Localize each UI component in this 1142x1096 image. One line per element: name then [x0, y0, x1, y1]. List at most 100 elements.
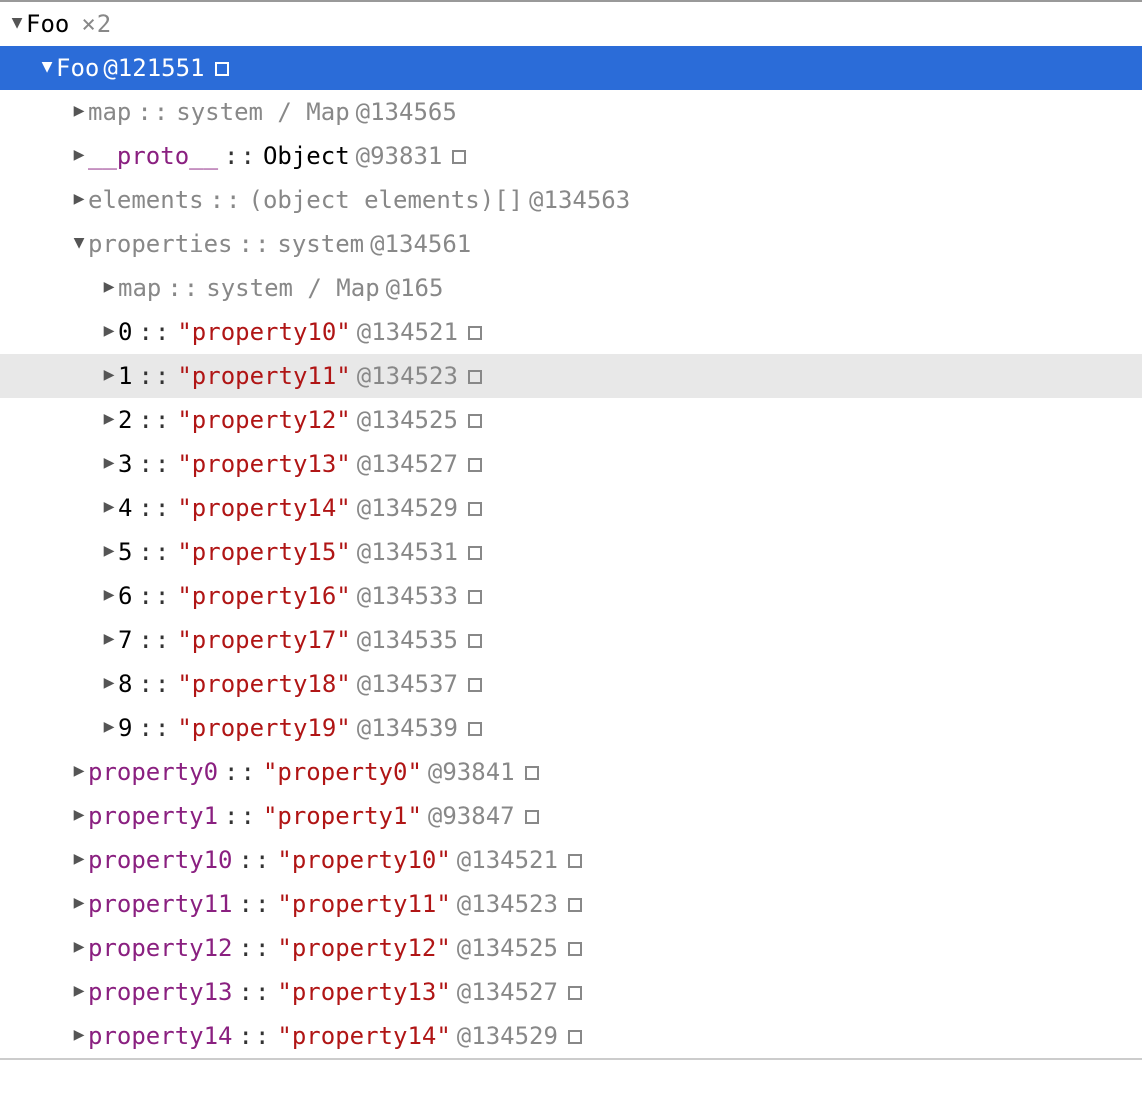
named-val: "property11": [277, 890, 450, 918]
retainer-icon[interactable]: [568, 898, 582, 912]
index-val: "property16": [177, 582, 350, 610]
expand-icon[interactable]: [100, 366, 118, 384]
prop-addr: @165: [386, 274, 444, 302]
expand-icon[interactable]: [100, 718, 118, 736]
retainer-icon[interactable]: [468, 370, 482, 384]
properties-row[interactable]: properties :: system @134561: [0, 222, 1142, 266]
index-val: "property12": [177, 406, 350, 434]
object-row-selected[interactable]: Foo @121551: [0, 46, 1142, 90]
retainer-icon[interactable]: [468, 414, 482, 428]
named-key: property1: [88, 802, 218, 830]
expand-icon[interactable]: [70, 1026, 88, 1044]
group-header[interactable]: Foo ×2: [0, 2, 1142, 46]
child-key: __proto__: [88, 142, 218, 170]
retainer-icon[interactable]: [468, 326, 482, 340]
property-index-row[interactable]: 3::"property13"@134527: [0, 442, 1142, 486]
expand-icon[interactable]: [38, 58, 56, 76]
named-property-row[interactable]: property11::"property11"@134523: [0, 882, 1142, 926]
expand-icon[interactable]: [70, 894, 88, 912]
separator: ::: [138, 494, 171, 522]
retainer-icon[interactable]: [468, 458, 482, 472]
expand-icon[interactable]: [100, 498, 118, 516]
named-addr: @93847: [428, 802, 515, 830]
expand-icon[interactable]: [100, 674, 118, 692]
retainer-icon[interactable]: [525, 766, 539, 780]
property-index-row[interactable]: 7::"property17"@134535: [0, 618, 1142, 662]
index-key: 0: [118, 318, 132, 346]
retainer-icon[interactable]: [468, 634, 482, 648]
child-row[interactable]: elements::(object elements)[]@134563: [0, 178, 1142, 222]
property-index-row[interactable]: 6::"property16"@134533: [0, 574, 1142, 618]
named-val: "property10": [277, 846, 450, 874]
expand-icon[interactable]: [70, 190, 88, 208]
named-val: "property12": [277, 934, 450, 962]
named-property-row[interactable]: property10::"property10"@134521: [0, 838, 1142, 882]
retainer-icon[interactable]: [468, 590, 482, 604]
expand-icon[interactable]: [70, 982, 88, 1000]
separator: ::: [224, 142, 257, 170]
index-key: 4: [118, 494, 132, 522]
expand-icon[interactable]: [70, 762, 88, 780]
expand-icon[interactable]: [100, 278, 118, 296]
property-index-row[interactable]: 9::"property19"@134539: [0, 706, 1142, 750]
retainer-icon[interactable]: [568, 1030, 582, 1044]
retainer-icon[interactable]: [468, 502, 482, 516]
child-val: Object: [263, 142, 350, 170]
property-index-row[interactable]: 0::"property10"@134521: [0, 310, 1142, 354]
prop-key: map: [118, 274, 161, 302]
retainer-icon[interactable]: [525, 810, 539, 824]
named-property-row[interactable]: property14::"property14"@134529: [0, 1014, 1142, 1058]
expand-icon[interactable]: [70, 850, 88, 868]
expand-icon[interactable]: [100, 586, 118, 604]
retainer-icon[interactable]: [215, 62, 229, 76]
index-val: "property10": [177, 318, 350, 346]
named-property-row[interactable]: property13::"property13"@134527: [0, 970, 1142, 1014]
expand-icon[interactable]: [100, 454, 118, 472]
named-addr: @134525: [457, 934, 558, 962]
expand-icon[interactable]: [8, 14, 26, 32]
group-name: Foo: [26, 10, 69, 38]
expand-icon[interactable]: [100, 322, 118, 340]
separator: ::: [239, 934, 272, 962]
named-property-row[interactable]: property1::"property1"@93847: [0, 794, 1142, 838]
prop-addr: @134561: [370, 230, 471, 258]
retainer-icon[interactable]: [452, 150, 466, 164]
expand-icon[interactable]: [70, 102, 88, 120]
index-key: 6: [118, 582, 132, 610]
properties-map-row[interactable]: map :: system / Map @165: [0, 266, 1142, 310]
expand-icon[interactable]: [100, 542, 118, 560]
retainer-icon[interactable]: [468, 722, 482, 736]
expand-icon[interactable]: [100, 630, 118, 648]
expand-icon[interactable]: [70, 146, 88, 164]
separator: ::: [138, 626, 171, 654]
index-addr: @134523: [357, 362, 458, 390]
expand-icon[interactable]: [70, 234, 88, 252]
property-index-row[interactable]: 4::"property14"@134529: [0, 486, 1142, 530]
child-row[interactable]: __proto__::Object@93831: [0, 134, 1142, 178]
separator: ::: [138, 406, 171, 434]
property-index-row[interactable]: 5::"property15"@134531: [0, 530, 1142, 574]
retainer-icon[interactable]: [468, 546, 482, 560]
named-property-row[interactable]: property12::"property12"@134525: [0, 926, 1142, 970]
property-index-row[interactable]: 1::"property11"@134523: [0, 354, 1142, 398]
index-val: "property17": [177, 626, 350, 654]
named-property-row[interactable]: property0::"property0"@93841: [0, 750, 1142, 794]
expand-icon[interactable]: [70, 938, 88, 956]
retainer-icon[interactable]: [568, 942, 582, 956]
named-val: "property13": [277, 978, 450, 1006]
index-key: 1: [118, 362, 132, 390]
retainer-icon[interactable]: [568, 986, 582, 1000]
index-val: "property15": [177, 538, 350, 566]
child-row[interactable]: map::system / Map@134565: [0, 90, 1142, 134]
property-index-row[interactable]: 8::"property18"@134537: [0, 662, 1142, 706]
retainer-icon[interactable]: [468, 678, 482, 692]
index-val: "property18": [177, 670, 350, 698]
index-addr: @134527: [357, 450, 458, 478]
separator: ::: [224, 802, 257, 830]
expand-icon[interactable]: [70, 806, 88, 824]
separator: ::: [138, 318, 171, 346]
named-val: "property14": [277, 1022, 450, 1050]
property-index-row[interactable]: 2::"property12"@134525: [0, 398, 1142, 442]
expand-icon[interactable]: [100, 410, 118, 428]
retainer-icon[interactable]: [568, 854, 582, 868]
